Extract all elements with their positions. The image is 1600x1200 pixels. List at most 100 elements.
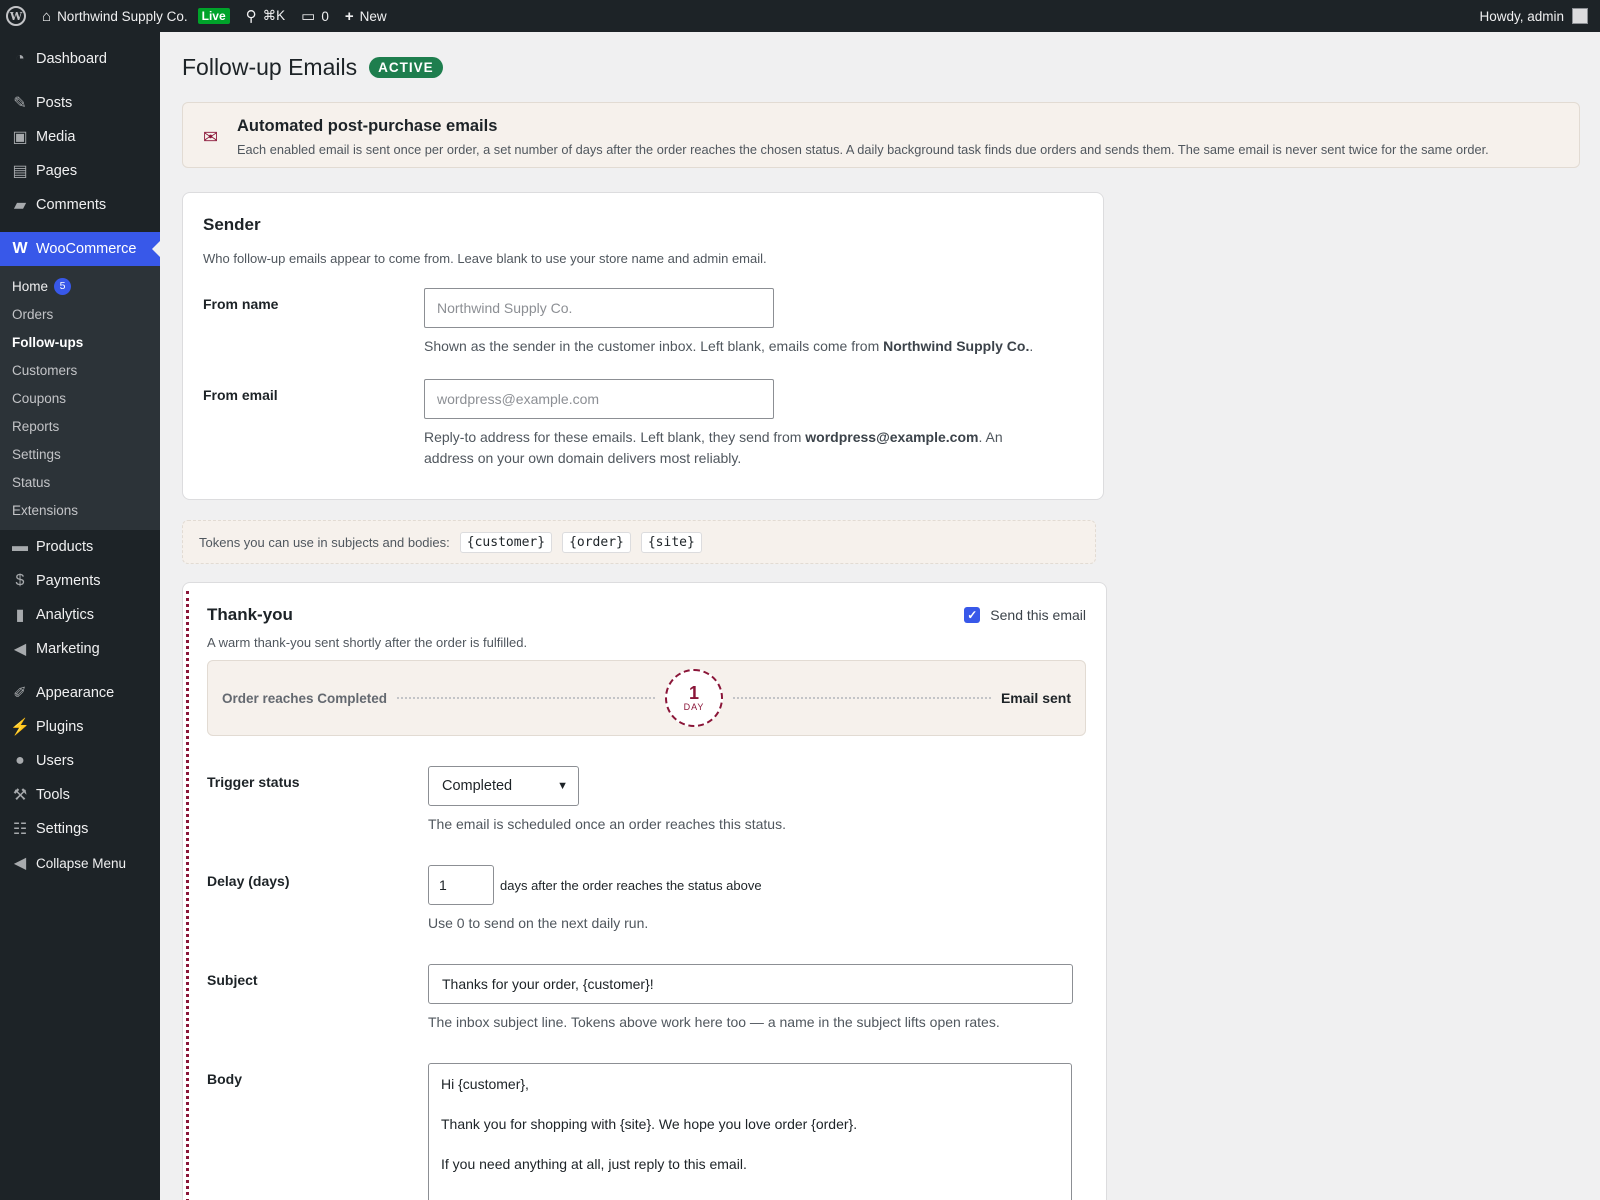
menu-appearance[interactable]: ✐ Appearance: [0, 676, 160, 710]
menu-analytics[interactable]: ▮ Analytics: [0, 598, 160, 632]
timeline-end: Email sent: [1000, 690, 1071, 706]
submenu-label: Settings: [12, 446, 61, 462]
token-site[interactable]: {site}: [640, 531, 702, 553]
account-menu[interactable]: Howdy, admin: [1471, 0, 1588, 32]
menu-collapse[interactable]: ◀ Collapse Menu: [0, 846, 160, 880]
live-badge: Live: [197, 8, 230, 24]
email-header: Thank-you ✓ Send this email: [207, 605, 1086, 625]
subject-input[interactable]: Thanks for your order, {customer}!: [428, 964, 1073, 1004]
timeline-line: [733, 697, 991, 699]
body-textarea[interactable]: Hi {customer}, Thank you for shopping wi…: [428, 1063, 1072, 1200]
subject-row: Subject Thanks for your order, {customer…: [207, 964, 1086, 1033]
menu-label: Analytics: [36, 607, 95, 623]
delay-help: Use 0 to send on the next daily run.: [428, 915, 649, 931]
site-name-link[interactable]: ⌂ Northwind Supply Co. Live: [34, 0, 238, 32]
admin-sidebar: ◔ Dashboard ✎ Posts ▣ Media ▤ Pages ▰ Co…: [0, 32, 160, 1200]
howdy-text: Howdy, admin: [1479, 8, 1564, 24]
tokens-bar: Tokens you can use in subjects and bodie…: [182, 520, 1096, 564]
menu-tools[interactable]: ⚒ Tools: [0, 778, 160, 812]
menu-pages[interactable]: ▤ Pages: [0, 154, 160, 188]
submenu-status[interactable]: Status: [0, 468, 160, 496]
menu-marketing[interactable]: ◀ Marketing: [0, 632, 160, 666]
help-text: Shown as the sender in the customer inbo…: [424, 338, 884, 354]
main-content: Follow-up Emails ACTIVE ✉ Automated post…: [182, 32, 1582, 1200]
menu-media[interactable]: ▣ Media: [0, 120, 160, 154]
wrench-icon: ⚒: [12, 787, 28, 804]
from-name-help: Shown as the sender in the customer inbo…: [424, 336, 1083, 357]
submenu-extensions[interactable]: Extensions: [0, 496, 160, 524]
delay-days-input[interactable]: 1: [428, 865, 494, 905]
submenu-label: Home: [12, 278, 49, 294]
home-count-badge: 5: [54, 277, 72, 295]
send-email-checkbox[interactable]: ✓: [964, 607, 981, 623]
wordpress-logo-button[interactable]: W: [0, 0, 34, 32]
timeline-day-number: 1: [689, 683, 700, 703]
avatar: [1572, 8, 1588, 24]
envelope-icon: ✉: [203, 127, 219, 147]
menu-settings[interactable]: ☷ Settings: [0, 812, 160, 846]
menu-label: Marketing: [36, 641, 100, 657]
email-card-thank-you: Thank-you ✓ Send this email A warm thank…: [182, 582, 1107, 1200]
submenu-settings[interactable]: Settings: [0, 440, 160, 468]
wordpress-logo-icon: W: [6, 6, 26, 26]
from-email-placeholder: wordpress@example.com: [437, 391, 600, 407]
menu-woocommerce[interactable]: W WooCommerce: [0, 232, 160, 266]
comments-button[interactable]: ▭ 0: [293, 0, 337, 32]
submenu-customers[interactable]: Customers: [0, 356, 160, 384]
menu-label: Collapse Menu: [36, 855, 127, 871]
menu-label: Comments: [36, 197, 107, 213]
menu-label: Tools: [36, 787, 70, 803]
new-content-button[interactable]: + New: [337, 0, 395, 32]
megaphone-icon: ◀: [13, 641, 27, 658]
token-customer[interactable]: {customer}: [459, 531, 553, 553]
menu-products[interactable]: ▬ Products: [0, 530, 160, 564]
woocommerce-submenu: Home 5 Orders Follow-ups Customers Coupo…: [0, 266, 160, 530]
page-title: Follow-up Emails: [182, 53, 358, 80]
menu-posts[interactable]: ✎ Posts: [0, 86, 160, 120]
from-name-row: From name Northwind Supply Co. Shown as …: [203, 288, 1083, 357]
submenu-follow-ups[interactable]: Follow-ups: [0, 328, 160, 356]
menu-label: Plugins: [36, 719, 84, 735]
submenu-orders[interactable]: Orders: [0, 300, 160, 328]
help-text: .: [1029, 338, 1034, 354]
status-badge: ACTIVE: [369, 56, 443, 78]
subject-value: Thanks for your order, {customer}!: [442, 976, 654, 992]
dashboard-icon: ◔: [15, 50, 25, 67]
help-text: Reply-to address for these emails. Left …: [424, 429, 806, 445]
trigger-status-select[interactable]: Completed ▼: [428, 766, 579, 806]
menu-label: Media: [36, 129, 76, 145]
menu-users[interactable]: ● Users: [0, 744, 160, 778]
timeline-line: [397, 697, 656, 699]
menu-label: Appearance: [36, 685, 115, 701]
admin-bar: W ⌂ Northwind Supply Co. Live ⚲ ⌘K ▭ 0 +…: [0, 0, 1600, 32]
shortcut-label: ⌘K: [262, 8, 286, 23]
subject-label: Subject: [207, 972, 258, 988]
token-order[interactable]: {order}: [562, 531, 631, 553]
from-email-label: From email: [203, 387, 278, 403]
submenu-coupons[interactable]: Coupons: [0, 384, 160, 412]
submenu-label: Customers: [12, 362, 78, 378]
from-email-input[interactable]: wordpress@example.com: [424, 379, 774, 419]
timeline-start: Order reaches Completed: [222, 690, 388, 706]
site-name: Northwind Supply Co.: [57, 8, 188, 24]
menu-payments[interactable]: $ Payments: [0, 564, 160, 598]
plugin-icon: ⚡: [10, 719, 30, 736]
send-email-toggle[interactable]: ✓ Send this email: [964, 607, 1086, 623]
menu-plugins[interactable]: ⚡ Plugins: [0, 710, 160, 744]
chevron-down-icon: ▼: [557, 780, 568, 792]
submenu-reports[interactable]: Reports: [0, 412, 160, 440]
delay-suffix: days after the order reaches the status …: [500, 877, 762, 893]
email-description: A warm thank-you sent shortly after the …: [207, 635, 528, 650]
from-email-help: Reply-to address for these emails. Left …: [424, 427, 1024, 469]
subject-help: The inbox subject line. Tokens above wor…: [428, 1014, 1000, 1030]
help-bold: Northwind Supply Co.: [883, 338, 1030, 354]
from-email-row: From email wordpress@example.com Reply-t…: [203, 379, 1083, 469]
email-title: Thank-you: [207, 605, 293, 624]
menu-label: Dashboard: [36, 51, 107, 67]
home-icon: ⌂: [42, 7, 52, 25]
command-palette-button[interactable]: ⚲ ⌘K: [238, 0, 294, 32]
menu-dashboard[interactable]: ◔ Dashboard: [0, 42, 160, 76]
menu-comments[interactable]: ▰ Comments: [0, 188, 160, 222]
submenu-home[interactable]: Home 5: [0, 272, 160, 300]
from-name-input[interactable]: Northwind Supply Co.: [424, 288, 774, 328]
